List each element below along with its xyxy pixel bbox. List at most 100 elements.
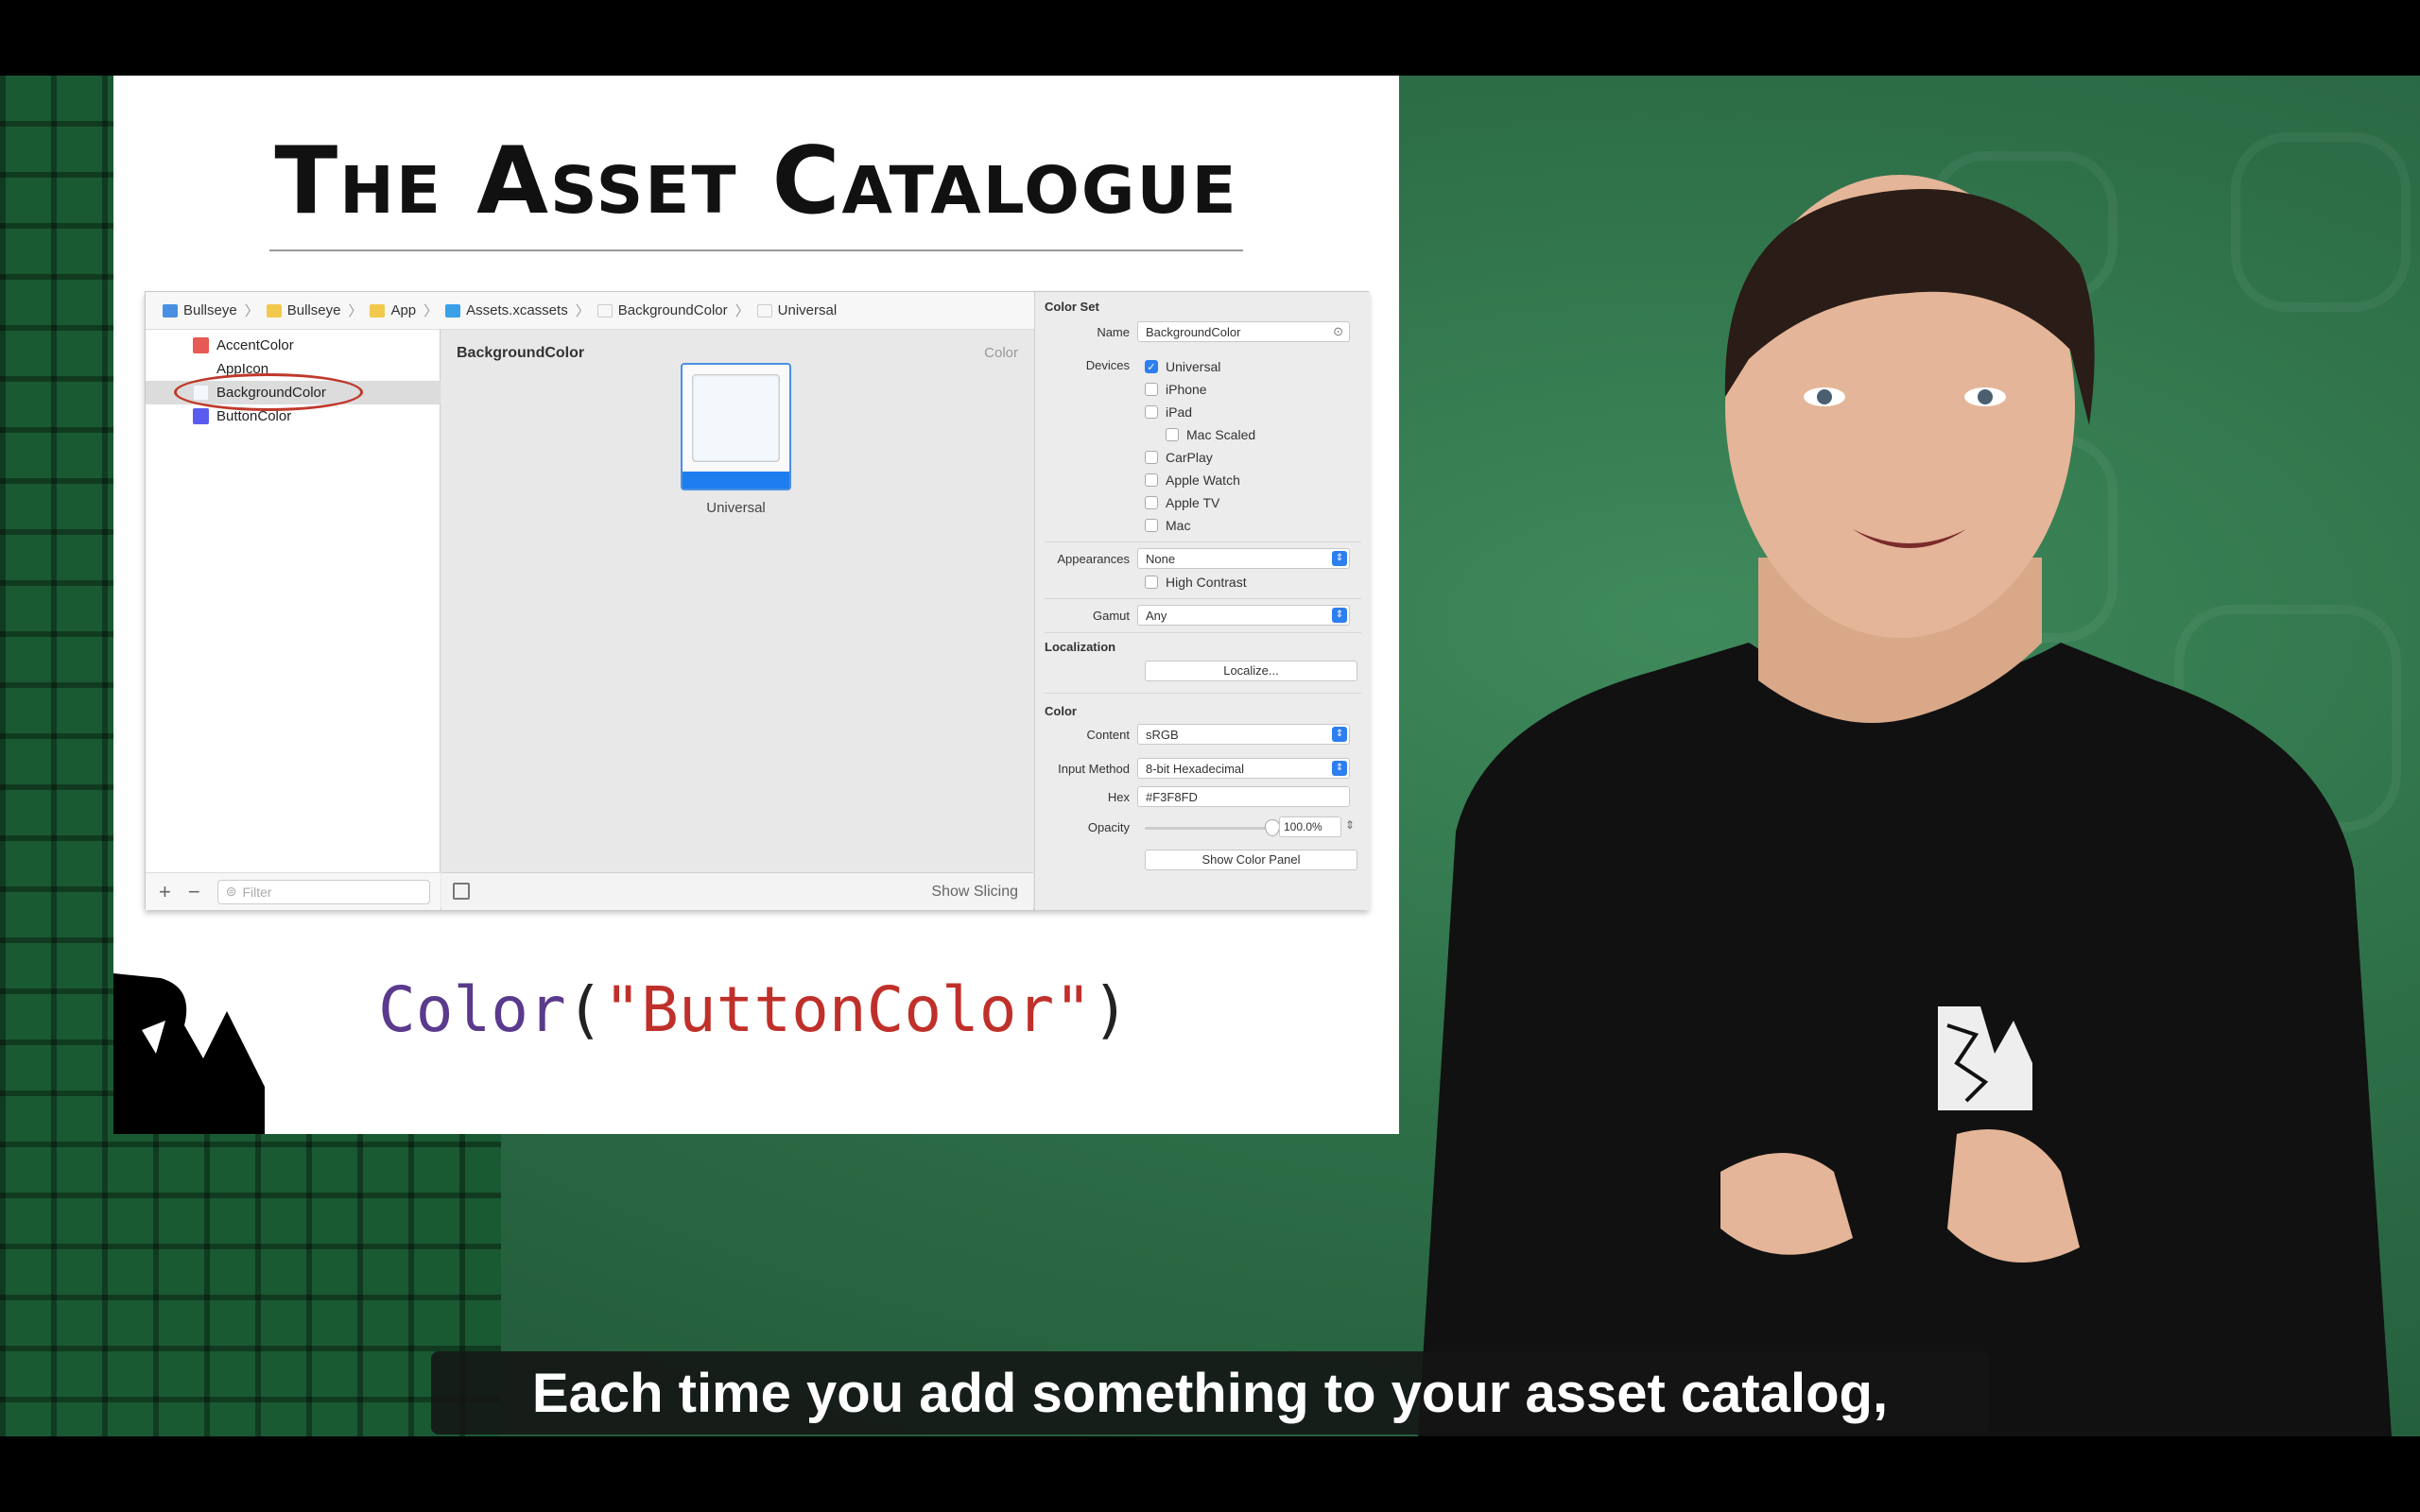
- content-value: sRGB: [1146, 727, 1179, 742]
- input-method-value: 8-bit Hexadecimal: [1146, 761, 1245, 776]
- chevron-right-icon: 〉: [244, 303, 259, 319]
- devices-label: Devices: [1085, 358, 1130, 372]
- checkbox-icon: [1145, 576, 1158, 589]
- hex-field[interactable]: #F3F8FD: [1137, 786, 1350, 807]
- device-mac[interactable]: Mac: [1145, 515, 1190, 536]
- project-icon: [163, 303, 178, 318]
- device-universal[interactable]: ✓ Universal: [1145, 356, 1220, 377]
- breadcrumb-item[interactable]: Universal: [778, 302, 838, 318]
- select-arrows-icon: ⇕: [1332, 608, 1347, 623]
- filter-icon: ⊜: [225, 884, 237, 899]
- checkbox-icon: [1145, 451, 1158, 464]
- device-label: CarPlay: [1166, 450, 1213, 465]
- select-arrows-icon: ⇕: [1332, 551, 1347, 566]
- color-set-icon: [596, 303, 613, 318]
- xcode-screenshot: Bullseye 〉 Bullseye 〉 App 〉 Assets.xcass…: [145, 291, 1370, 910]
- divider: [1045, 541, 1361, 542]
- device-carplay[interactable]: CarPlay: [1145, 447, 1213, 468]
- code-close-paren: ): [1092, 973, 1130, 1046]
- gamut-select[interactable]: Any ⇕: [1137, 605, 1350, 626]
- gamut-row: Gamut Any ⇕: [1035, 604, 1371, 627]
- asset-list: AccentColor AppIcon BackgroundColor Butt…: [146, 334, 441, 428]
- chevron-right-icon: 〉: [348, 303, 363, 319]
- device-apple-watch[interactable]: Apple Watch: [1145, 470, 1240, 490]
- checkbox-icon: [1145, 496, 1158, 509]
- breadcrumb-item[interactable]: BackgroundColor: [618, 302, 728, 318]
- checkbox-icon: [1145, 405, 1158, 419]
- asset-navigator: AccentColor AppIcon BackgroundColor Butt…: [146, 330, 441, 910]
- device-iphone[interactable]: iPhone: [1145, 379, 1207, 400]
- clear-icon[interactable]: ⊙: [1333, 324, 1343, 339]
- navigator-footer: + − ⊜ Filter: [146, 872, 441, 910]
- high-contrast-checkbox[interactable]: High Contrast: [1145, 572, 1247, 593]
- content-select[interactable]: sRGB ⇕: [1137, 724, 1350, 745]
- show-slicing-button[interactable]: Show Slicing: [931, 884, 1018, 901]
- code-type: Color: [378, 973, 566, 1046]
- editor-title: BackgroundColor: [457, 345, 585, 361]
- attributes-inspector: Color Set Name BackgroundColor ⊙ Devices…: [1034, 292, 1370, 910]
- filter-input[interactable]: ⊜ Filter: [216, 879, 430, 904]
- breadcrumb-item[interactable]: Bullseye: [183, 302, 237, 318]
- folder-icon: [266, 303, 282, 318]
- editor-type: Color: [984, 345, 1018, 361]
- content-row: Content sRGB ⇕: [1035, 723, 1371, 746]
- rw-logo: [113, 973, 265, 1134]
- hex-row: Hex #F3F8FD: [1035, 785, 1371, 808]
- title-divider: [269, 249, 1243, 251]
- device-mac-scaled[interactable]: Mac Scaled: [1166, 424, 1255, 445]
- color-well-universal[interactable]: [681, 363, 791, 490]
- hex-label: Hex: [1107, 789, 1130, 804]
- device-ipad[interactable]: iPad: [1145, 402, 1192, 422]
- divider: [1045, 632, 1361, 633]
- device-apple-tv[interactable]: Apple TV: [1145, 492, 1219, 513]
- add-icon[interactable]: +: [159, 880, 171, 904]
- breadcrumb-item[interactable]: Assets.xcassets: [466, 302, 568, 318]
- device-label: iPhone: [1166, 382, 1207, 397]
- color-set-icon: [756, 303, 772, 318]
- breadcrumb-item[interactable]: Bullseye: [287, 302, 341, 318]
- opacity-field[interactable]: 100.0%: [1279, 816, 1341, 837]
- asset-editor: BackgroundColor Color Universal Show Sli…: [441, 330, 1033, 910]
- checkbox-checked-icon: ✓: [1145, 360, 1158, 373]
- gamut-value: Any: [1146, 608, 1167, 623]
- color-preview: [692, 374, 780, 462]
- localize-button[interactable]: Localize...: [1145, 661, 1357, 681]
- breadcrumb: Bullseye 〉 Bullseye 〉 App 〉 Assets.xcass…: [146, 292, 1034, 330]
- divider: [1045, 693, 1361, 694]
- app-icon-placeholder: [193, 361, 209, 377]
- asset-item-accentcolor[interactable]: AccentColor: [146, 334, 441, 357]
- breadcrumb-item[interactable]: App: [390, 302, 416, 318]
- color-set-header: Color Set: [1045, 300, 1099, 314]
- code-open-paren: (: [565, 973, 604, 1046]
- remove-icon[interactable]: −: [188, 880, 200, 904]
- slider-thumb[interactable]: [1265, 819, 1280, 836]
- color-swatch: [193, 408, 209, 424]
- selection-bar: [683, 472, 789, 489]
- select-arrows-icon: ⇕: [1332, 761, 1347, 776]
- show-color-panel-button[interactable]: Show Color Panel: [1145, 850, 1357, 870]
- select-arrows-icon: ⇕: [1332, 727, 1347, 742]
- video-frame: The Asset Catalogue Bullseye 〉 Bullseye …: [0, 76, 2420, 1436]
- name-row: Name BackgroundColor ⊙: [1035, 320, 1371, 343]
- copy-icon[interactable]: [453, 883, 470, 900]
- asset-catalog-icon: [445, 303, 461, 318]
- opacity-value: 100.0%: [1284, 820, 1322, 833]
- hex-value: #F3F8FD: [1146, 789, 1198, 804]
- content-label: Content: [1086, 727, 1130, 742]
- device-label: iPad: [1166, 404, 1193, 420]
- opacity-row: Opacity 100.0% ⇕: [1035, 816, 1371, 838]
- stepper-icon[interactable]: ⇕: [1345, 818, 1355, 832]
- filter-placeholder: Filter: [242, 884, 272, 900]
- color-header: Color: [1045, 704, 1077, 718]
- presenter-figure: [1418, 175, 2392, 1436]
- checkbox-icon: [1166, 428, 1179, 441]
- name-field[interactable]: BackgroundColor ⊙: [1137, 321, 1350, 342]
- checkbox-icon: [1145, 519, 1158, 532]
- device-label: Mac Scaled: [1186, 427, 1256, 442]
- well-label: Universal: [706, 500, 766, 516]
- high-contrast-label: High Contrast: [1166, 575, 1247, 590]
- appearances-label: Appearances: [1057, 551, 1130, 566]
- input-method-select[interactable]: 8-bit Hexadecimal ⇕: [1137, 758, 1350, 779]
- appearances-select[interactable]: None ⇕: [1137, 548, 1350, 569]
- input-method-label: Input Method: [1058, 761, 1130, 776]
